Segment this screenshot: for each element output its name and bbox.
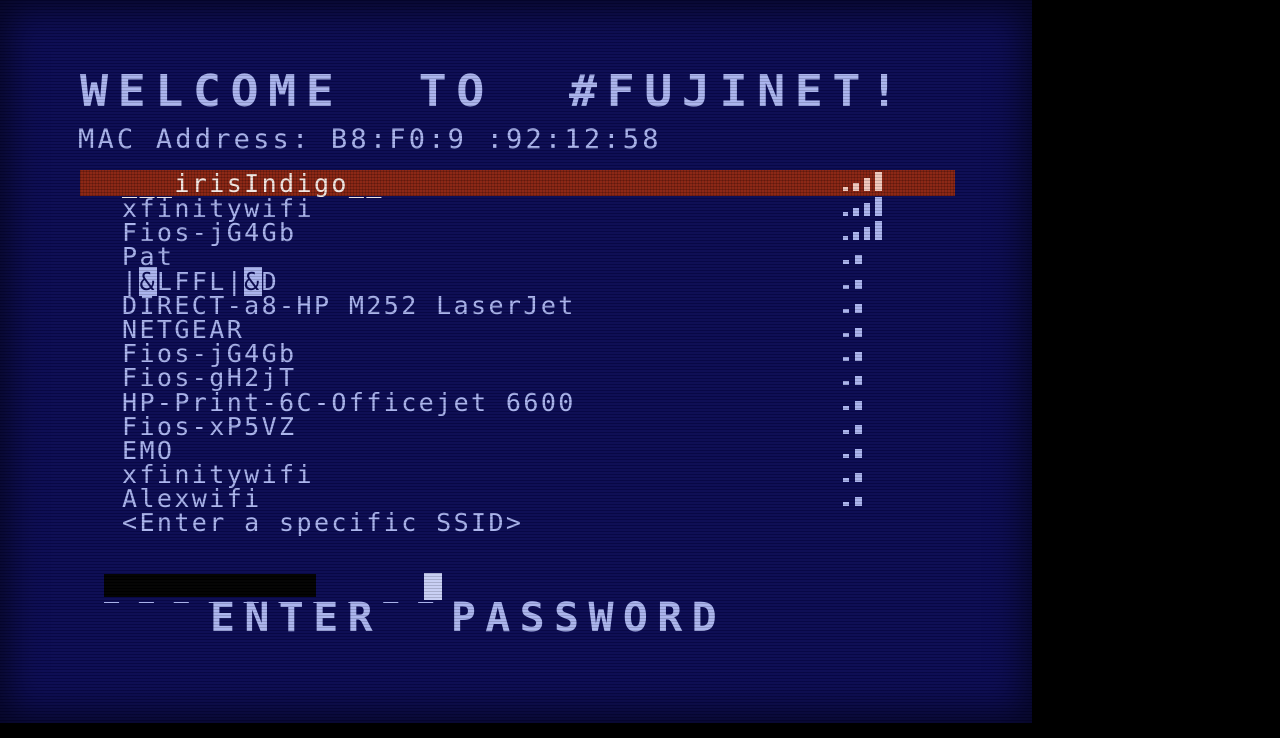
fujinet-screen: WELCOME TO #FUJINET! MAC Address: B8:F0:… bbox=[0, 0, 1032, 723]
signal-strength-icon bbox=[843, 221, 903, 245]
network-row[interactable]: <Enter a specific SSID> bbox=[0, 508, 1032, 538]
enter-password-prompt: ENTER PASSWORD bbox=[210, 595, 727, 641]
signal-strength-icon bbox=[843, 270, 903, 294]
signal-strength-icon bbox=[843, 245, 903, 269]
signal-strength-icon bbox=[843, 415, 903, 439]
network-row[interactable]: ___irisIndigo__ bbox=[0, 169, 1032, 198]
mac-address-line: MAC Address: B8:F0:9 :92:12:58 bbox=[78, 124, 662, 155]
network-ssid-label: ___irisIndigo__ bbox=[122, 169, 384, 198]
signal-strength-icon bbox=[843, 463, 903, 487]
crt-display: WELCOME TO #FUJINET! MAC Address: B8:F0:… bbox=[0, 0, 1280, 738]
signal-strength-icon bbox=[843, 391, 903, 415]
signal-strength-icon bbox=[843, 366, 903, 390]
password-redaction-bar bbox=[104, 574, 316, 597]
signal-strength-icon bbox=[843, 197, 903, 221]
network-row[interactable]: Pat bbox=[0, 244, 1032, 270]
signal-strength-icon bbox=[843, 294, 903, 318]
signal-strength-icon bbox=[843, 439, 903, 463]
network-ssid-label: <Enter a specific SSID> bbox=[122, 508, 524, 538]
signal-strength-icon bbox=[843, 172, 903, 196]
signal-strength-icon bbox=[843, 342, 903, 366]
signal-strength-icon bbox=[843, 487, 903, 511]
page-title: WELCOME TO #FUJINET! bbox=[80, 66, 908, 117]
signal-strength-icon bbox=[843, 318, 903, 342]
network-list[interactable]: ___irisIndigo__ xfinitywifi Fios-jG4Gb Pat |… bbox=[0, 169, 1032, 538]
network-row[interactable]: Fios-gH2jT bbox=[0, 365, 1032, 391]
